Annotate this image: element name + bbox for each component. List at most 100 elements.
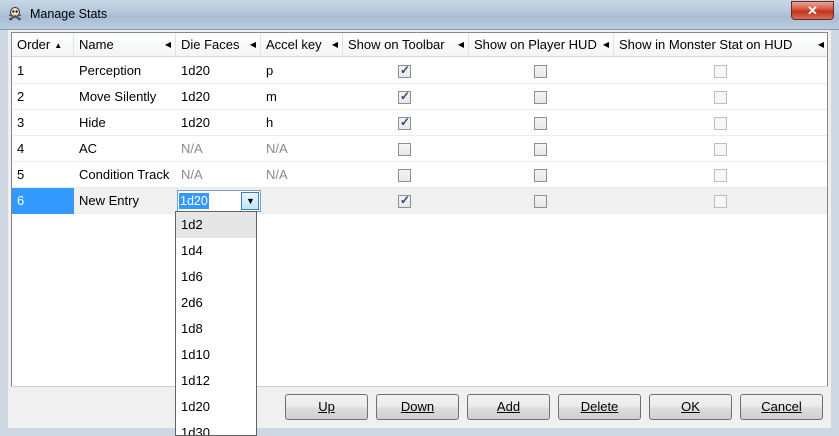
cancel-button-label: Cancel [761, 399, 802, 414]
cell-die-faces[interactable]: 1d20 [176, 84, 261, 110]
col-label-accel-key: Accel key [266, 37, 322, 52]
player-hud-checkbox[interactable] [534, 65, 547, 78]
chevron-down-icon: ▼ [246, 196, 255, 206]
dropdown-option[interactable]: 1d10 [176, 342, 256, 368]
monster-hud-checkbox [714, 65, 727, 78]
toolbar-checkbox[interactable] [398, 143, 411, 156]
cell-accel-key[interactable]: m [261, 84, 343, 110]
table-row[interactable]: 4 AC N/A N/A [12, 136, 827, 162]
delete-button[interactable]: Delete [558, 394, 641, 420]
col-header-show-on-player-hud[interactable]: Show on Player HUD ◀ [469, 33, 614, 57]
cell-name[interactable]: Move Silently [74, 84, 176, 110]
table-row-editing[interactable]: 6 New Entry 1d20 ▼ ✓ [12, 188, 827, 214]
divider [11, 386, 828, 387]
dialog-client: Order ▲ Name ◀ Die Faces ◀ Accel key ◀ Show … [8, 30, 831, 428]
column-arrow-icon: ◀ [602, 40, 609, 49]
down-button[interactable]: Down [376, 394, 459, 420]
cell-order: 5 [17, 167, 25, 182]
table-row[interactable]: 5 Condition Track N/A N/A [12, 162, 827, 188]
die-faces-combo-value[interactable]: 1d20 [179, 193, 209, 209]
dropdown-toggle-button[interactable]: ▼ [241, 192, 259, 210]
ok-button-label: OK [681, 399, 700, 414]
cell-order: 3 [17, 115, 25, 130]
up-button[interactable]: Up [285, 394, 368, 420]
column-arrow-icon: ◀ [331, 40, 338, 49]
stats-grid: Order ▲ Name ◀ Die Faces ◀ Accel key ◀ Show … [11, 32, 828, 387]
cell-die-faces[interactable]: 1d20 [176, 110, 261, 136]
monster-hud-checkbox [714, 91, 727, 104]
cell-name[interactable]: New Entry [74, 188, 176, 214]
dropdown-option[interactable]: 1d4 [176, 238, 256, 264]
cell-accel-key: N/A [266, 167, 288, 182]
monster-hud-checkbox [714, 195, 727, 208]
cell-die-faces[interactable]: 1d20 [176, 58, 261, 84]
toolbar-checkbox[interactable]: ✓ [398, 89, 411, 104]
cell-order: 2 [17, 89, 25, 104]
dropdown-option[interactable]: 1d30 [176, 420, 256, 435]
grid-header: Order ▲ Name ◀ Die Faces ◀ Accel key ◀ Show … [12, 33, 827, 57]
die-faces-dropdown-list[interactable]: 1d2 1d4 1d6 2d6 1d8 1d10 1d12 1d20 1d30 [175, 211, 257, 436]
cell-accel-key[interactable]: h [261, 110, 343, 136]
toolbar-checkbox[interactable]: ✓ [398, 193, 411, 208]
dropdown-option[interactable]: 1d6 [176, 264, 256, 290]
add-button[interactable]: Add [467, 394, 550, 420]
player-hud-checkbox[interactable] [534, 91, 547, 104]
cancel-button[interactable]: Cancel [740, 394, 823, 420]
player-hud-checkbox[interactable] [534, 143, 547, 156]
table-row[interactable]: 3 Hide 1d20 h ✓ [12, 110, 827, 136]
col-header-order[interactable]: Order ▲ [12, 33, 74, 57]
title-bar: Manage Stats ✕ [0, 0, 839, 30]
col-label-show-on-toolbar: Show on Toolbar [348, 37, 445, 52]
monster-hud-checkbox [714, 169, 727, 182]
monster-hud-checkbox [714, 117, 727, 130]
col-header-accel-key[interactable]: Accel key ◀ [261, 33, 343, 57]
cell-die-faces: N/A [181, 167, 203, 182]
col-label-order: Order [17, 37, 51, 52]
check-icon: ✓ [400, 89, 411, 103]
table-row[interactable]: 1 Perception 1d20 p ✓ [12, 58, 827, 84]
sort-ascending-icon: ▲ [54, 41, 63, 50]
cell-accel-key: N/A [266, 141, 288, 156]
toolbar-checkbox[interactable] [398, 169, 411, 182]
col-header-show-in-monster-stat[interactable]: Show in Monster Stat on HUD ◀ [614, 33, 827, 57]
delete-button-label: Delete [580, 399, 619, 414]
close-button[interactable]: ✕ [791, 1, 834, 20]
col-header-name[interactable]: Name ◀ [74, 33, 176, 57]
cell-name[interactable]: Perception [74, 58, 176, 84]
check-icon: ✓ [400, 63, 411, 77]
check-icon: ✓ [400, 193, 411, 207]
dropdown-option[interactable]: 1d20 [176, 394, 256, 420]
player-hud-checkbox[interactable] [534, 117, 547, 130]
check-icon: ✓ [400, 115, 411, 129]
col-label-name: Name [79, 37, 114, 52]
toolbar-checkbox[interactable]: ✓ [398, 115, 411, 130]
cell-accel-key[interactable] [261, 188, 343, 214]
add-button-label: Add [496, 399, 521, 414]
ok-button[interactable]: OK [649, 394, 732, 420]
cell-name[interactable]: AC [74, 136, 176, 162]
cell-die-faces: N/A [181, 141, 203, 156]
die-faces-combo[interactable]: 1d20 ▼ [177, 190, 261, 212]
dropdown-option[interactable]: 1d12 [176, 368, 256, 394]
toolbar-checkbox[interactable]: ✓ [398, 63, 411, 78]
window-title: Manage Stats [30, 7, 108, 21]
dropdown-option[interactable]: 2d6 [176, 290, 256, 316]
col-header-die-faces[interactable]: Die Faces ◀ [176, 33, 261, 57]
table-row[interactable]: 2 Move Silently 1d20 m ✓ [12, 84, 827, 110]
cell-order: 1 [17, 63, 25, 78]
app-icon [8, 7, 22, 21]
cell-name[interactable]: Condition Track [74, 162, 176, 188]
cell-order: 4 [17, 141, 25, 156]
player-hud-checkbox[interactable] [534, 169, 547, 182]
cell-accel-key[interactable]: p [261, 58, 343, 84]
column-arrow-icon: ◀ [249, 40, 256, 49]
dropdown-option[interactable]: 1d8 [176, 316, 256, 342]
down-button-label: Down [400, 399, 435, 414]
dropdown-option[interactable]: 1d2 [176, 212, 256, 238]
cell-name[interactable]: Hide [74, 110, 176, 136]
player-hud-checkbox[interactable] [534, 195, 547, 208]
up-button-label: Up [318, 399, 335, 414]
col-header-show-on-toolbar[interactable]: Show on Toolbar ◀ [343, 33, 469, 57]
col-label-die-faces: Die Faces [181, 37, 240, 52]
column-arrow-icon: ◀ [817, 40, 824, 49]
